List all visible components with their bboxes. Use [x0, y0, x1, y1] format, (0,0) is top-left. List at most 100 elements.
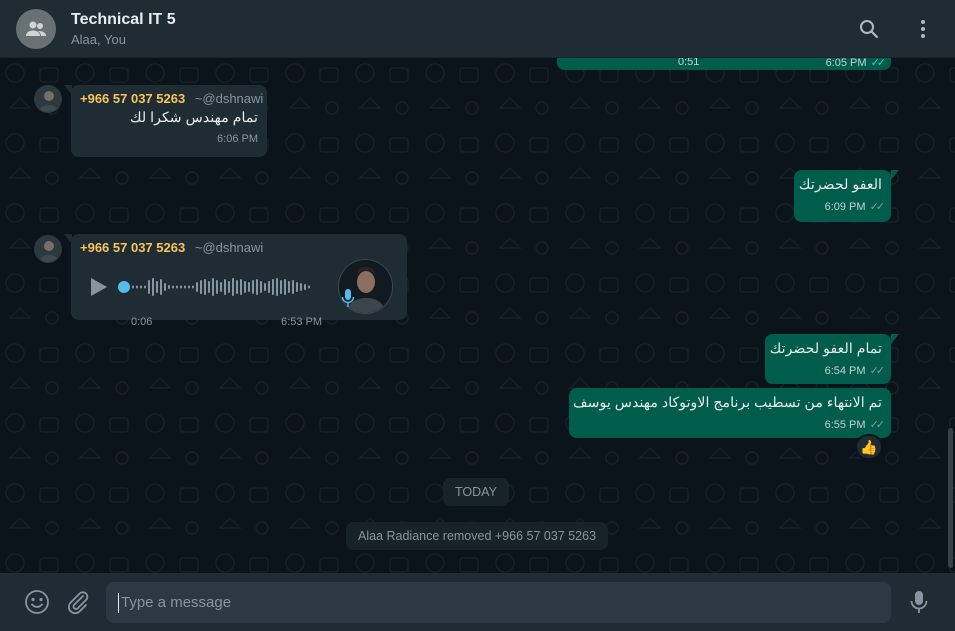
- waveform-bar: [268, 280, 270, 293]
- voice-meta: 0:06 6:53 PM: [80, 316, 398, 328]
- waveform-bar: [140, 285, 142, 288]
- waveform-bar: [260, 280, 262, 293]
- waveform-bar: [248, 281, 250, 292]
- bubble-tail: [891, 170, 899, 180]
- waveform-bar: [288, 280, 290, 293]
- chat-participants: Alaa, You: [71, 31, 126, 47]
- message-time: 6:55 PM: [824, 419, 866, 431]
- waveform-bar: [224, 278, 226, 295]
- voice-record-icon[interactable]: [906, 589, 932, 615]
- waveform-bar: [172, 285, 174, 288]
- sender-phone[interactable]: +966 57 037 5263: [80, 240, 185, 255]
- waveform-bar: [212, 277, 214, 296]
- outgoing-message[interactable]: تمام العفو لحضرتك 6:54 PM ✓✓: [765, 334, 891, 384]
- chat-messages[interactable]: 0:51 6:05 PM ✓✓ +966 57 037 5263 ~@dshnaw…: [0, 58, 955, 573]
- waveform-bar: [232, 277, 234, 296]
- message-time: 6:09 PM: [824, 201, 866, 213]
- waveform-bar: [240, 278, 242, 295]
- waveform[interactable]: [118, 275, 312, 299]
- waveform-bar: [148, 279, 150, 294]
- sender-name: ~@dshnawi: [194, 91, 264, 106]
- read-receipt-icon: ✓✓: [870, 58, 887, 69]
- message-time: 6:54 PM: [824, 365, 866, 377]
- bubble-tail: [891, 334, 899, 344]
- message-meta: 6:09 PM ✓✓: [803, 200, 886, 213]
- play-icon[interactable]: [86, 275, 110, 299]
- waveform-bar: [132, 285, 134, 288]
- waveform-bar: [308, 285, 310, 288]
- message-time: 6:06 PM: [217, 133, 258, 145]
- text-caret: [118, 592, 119, 613]
- waveform-bar: [272, 278, 274, 295]
- chat-header: Technical IT 5 Alaa, You: [0, 0, 955, 58]
- waveform-bar: [200, 279, 202, 294]
- message-text: تمام مهندس شكرا لك: [129, 110, 258, 126]
- waveform-bar: [184, 285, 186, 288]
- attach-icon[interactable]: [65, 589, 91, 615]
- emoji-icon[interactable]: [24, 589, 50, 615]
- sender-avatar[interactable]: [34, 85, 62, 113]
- waveform-bar: [208, 280, 210, 293]
- waveform-bar: [160, 278, 162, 295]
- waveform-bar: [180, 285, 182, 288]
- waveform-bar: [164, 282, 166, 291]
- delivered-ticks-icon: ✓✓: [869, 201, 886, 213]
- playback-slider[interactable]: [118, 280, 130, 293]
- group-avatar-icon[interactable]: [16, 8, 56, 49]
- voice-duration: 0:06: [131, 316, 153, 328]
- composer-bar: [0, 573, 955, 631]
- waveform-bar: [236, 279, 238, 294]
- chat-title: Technical IT 5: [71, 10, 176, 28]
- waveform-bar: [192, 285, 194, 288]
- waveform-bar: [280, 279, 282, 294]
- waveform-bar: [256, 278, 258, 295]
- waveform-bar: [276, 277, 278, 296]
- menu-icon[interactable]: [911, 17, 935, 41]
- waveform-bar: [244, 280, 246, 293]
- outgoing-message[interactable]: العفو لحضرتك 6:09 PM ✓✓: [794, 170, 891, 222]
- partial-voice-message[interactable]: 0:51 6:05 PM ✓✓: [557, 58, 891, 70]
- thumbs-up-reaction[interactable]: 👍: [855, 434, 883, 460]
- incoming-message[interactable]: +966 57 037 5263 ~@dshnawi تمام مهندس شك…: [71, 85, 267, 157]
- sender-phone[interactable]: +966 57 037 5263: [80, 91, 185, 106]
- chat-info[interactable]: Technical IT 5 Alaa, You: [71, 11, 176, 47]
- waveform-bar: [292, 279, 294, 294]
- sender-line: +966 57 037 5263 ~@dshnawi: [80, 91, 263, 106]
- message-time: 6:05 PM: [825, 58, 867, 69]
- waveform-bar: [152, 277, 154, 296]
- sender-avatar[interactable]: [34, 235, 62, 263]
- waveform-bar: [188, 285, 190, 288]
- incoming-voice-message[interactable]: +966 57 037 5263 ~@dshnawi 0:06 6:53 PM: [71, 234, 407, 328]
- sender-line: +966 57 037 5263 ~@dshnawi: [80, 240, 398, 255]
- waveform-bars: [128, 277, 310, 296]
- message-meta: 6:05 PM ✓✓: [825, 58, 887, 69]
- sender-name: ~@dshnawi: [194, 240, 264, 255]
- delivered-ticks-icon: ✓✓: [869, 365, 886, 377]
- chat-scrollbar[interactable]: [948, 428, 953, 568]
- message-meta: 6:55 PM ✓✓: [578, 418, 886, 431]
- waveform-bar: [304, 283, 306, 290]
- waveform-bar: [216, 279, 218, 294]
- date-separator: TODAY: [443, 478, 509, 506]
- waveform-bar: [252, 279, 254, 294]
- waveform-bar: [284, 278, 286, 295]
- delivered-ticks-icon: ✓✓: [869, 419, 886, 431]
- outgoing-message[interactable]: تم الانتهاء من تسطيب برنامج الاوتوكاد مه…: [569, 388, 891, 438]
- message-text: تمام العفو لحضرتك: [769, 341, 882, 357]
- message-input-box[interactable]: [106, 582, 891, 623]
- message-text: تم الانتهاء من تسطيب برنامج الاوتوكاد مه…: [572, 395, 882, 411]
- waveform-bar: [196, 281, 198, 292]
- voice-duration: 0:51: [678, 58, 700, 68]
- waveform-bar: [264, 282, 266, 291]
- message-text: العفو لحضرتك: [798, 177, 882, 193]
- waveform-bar: [156, 280, 158, 293]
- waveform-bar: [176, 285, 178, 288]
- message-input[interactable]: [121, 594, 879, 611]
- waveform-bar: [144, 285, 146, 288]
- waveform-bar: [228, 280, 230, 293]
- waveform-bar: [220, 281, 222, 292]
- waveform-bar: [168, 284, 170, 289]
- search-icon[interactable]: [857, 17, 881, 41]
- waveform-bar: [136, 285, 138, 288]
- system-notice: Alaa Radiance removed +966 57 037 5263: [346, 522, 609, 550]
